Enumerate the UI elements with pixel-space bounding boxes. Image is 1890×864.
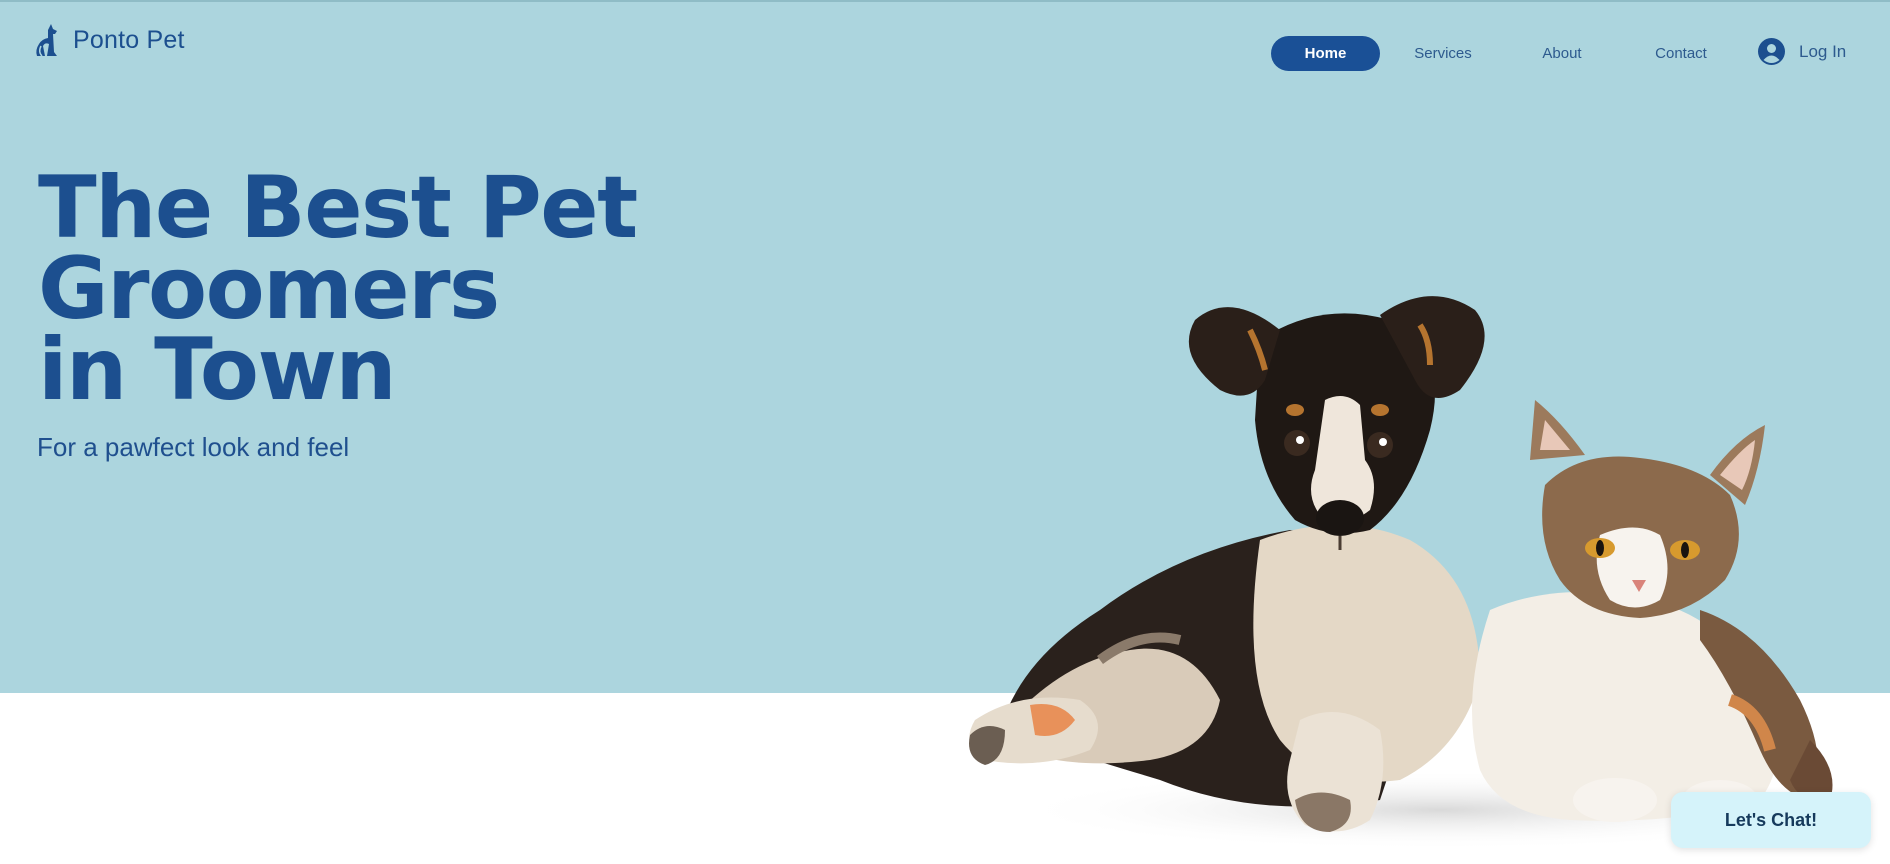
chat-button[interactable]: Let's Chat! bbox=[1671, 792, 1871, 848]
brand-name: Ponto Pet bbox=[73, 25, 185, 54]
puppy-and-kitten-image bbox=[969, 296, 1870, 850]
nav-services[interactable]: Services bbox=[1380, 36, 1506, 71]
nav-contact[interactable]: Contact bbox=[1618, 36, 1744, 71]
headline-line-2: Groomers bbox=[38, 239, 500, 339]
main-nav: Home Services About Contact bbox=[1271, 36, 1744, 71]
nav-about[interactable]: About bbox=[1506, 36, 1618, 71]
login-button[interactable]: Log In bbox=[1758, 38, 1846, 65]
top-border bbox=[0, 0, 1890, 2]
user-avatar-icon bbox=[1758, 38, 1785, 65]
login-label: Log In bbox=[1799, 41, 1847, 61]
headline-line-3: in Town bbox=[38, 320, 397, 420]
hero-subheadline: For a pawfect look and feel bbox=[37, 432, 350, 462]
dog-cat-logo-icon bbox=[36, 24, 57, 57]
hero-headline: The Best Pet Groomers in Town bbox=[38, 158, 638, 420]
headline-line-1: The Best Pet bbox=[38, 158, 638, 258]
nav-home[interactable]: Home bbox=[1271, 36, 1380, 71]
site-logo[interactable]: Ponto Pet bbox=[33, 22, 185, 58]
